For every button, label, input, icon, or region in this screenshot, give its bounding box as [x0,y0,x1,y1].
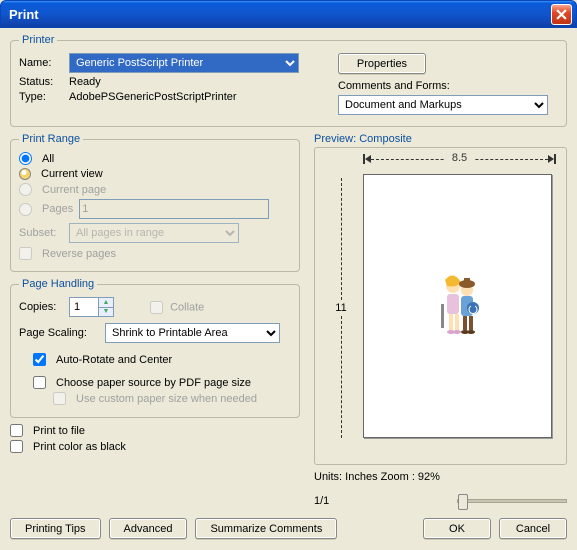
units-zoom-text: Units: Inches Zoom : 92% [314,471,440,483]
subset-select: All pages in range [69,223,239,243]
summarize-comments-button[interactable]: Summarize Comments [195,518,337,539]
copies-spinner[interactable]: ▲▼ [69,297,114,317]
ruler-horizontal: 8.5 [363,154,556,164]
printer-legend: Printer [19,34,57,46]
type-label: Type: [19,91,63,103]
reverse-pages-label: Reverse pages [42,248,116,260]
status-label: Status: [19,76,63,88]
preview-artwork-icon [435,274,481,338]
copies-input[interactable] [70,298,98,316]
range-current-page-label: Current page [42,184,106,196]
spin-up-icon[interactable]: ▲ [98,298,113,308]
range-all-label: All [42,153,54,165]
print-color-black-label: Print color as black [33,441,126,453]
reverse-pages-checkbox [19,247,32,260]
range-all-radio[interactable] [19,152,32,165]
printing-tips-button[interactable]: Printing Tips [10,518,101,539]
page-indicator: 1/1 [314,495,329,507]
spin-down-icon[interactable]: ▼ [98,308,113,317]
range-current-view-radio[interactable] [19,168,31,180]
close-icon [556,9,567,20]
copies-label: Copies: [19,301,63,313]
page-height-value: 11 [333,302,348,314]
name-label: Name: [19,57,63,69]
page-handling-group: Page Handling Copies: ▲▼ Collate Page Sc… [10,278,300,418]
preview-box: 8.5 11 [314,147,567,465]
ok-button[interactable]: OK [423,518,491,539]
range-pages-radio [19,203,32,216]
handling-legend: Page Handling [19,278,97,290]
type-value: AdobePSGenericPostScriptPrinter [69,91,237,103]
range-current-page-radio [19,183,32,196]
subset-label: Subset: [19,227,63,239]
properties-button[interactable]: Properties [338,53,426,74]
custom-paper-label: Use custom paper size when needed [76,393,257,405]
print-color-black-checkbox[interactable] [10,440,23,453]
collate-label: Collate [170,301,204,313]
custom-paper-checkbox [53,392,66,405]
range-current-view-label: Current view [41,168,103,180]
advanced-button[interactable]: Advanced [109,518,188,539]
comments-forms-select[interactable]: Document and Markups [338,95,548,115]
choose-source-label: Choose paper source by PDF page size [56,377,251,389]
page-preview [363,174,552,438]
print-to-file-checkbox[interactable] [10,424,23,437]
choose-source-checkbox[interactable] [33,376,46,389]
printer-name-select[interactable]: Generic PostScript Printer [69,53,299,73]
range-pages-input [79,199,269,219]
cancel-button[interactable]: Cancel [499,518,567,539]
auto-rotate-label: Auto-Rotate and Center [56,354,172,366]
comments-label: Comments and Forms: [338,80,450,92]
printer-group: Printer Name: Generic PostScript Printer… [10,34,567,127]
print-to-file-label: Print to file [33,425,85,437]
ruler-vertical: 11 [327,178,355,438]
page-width-value: 8.5 [445,152,475,164]
print-range-group: Print Range All Current view Current pag… [10,133,300,272]
close-button[interactable] [551,4,572,25]
auto-rotate-checkbox[interactable] [33,353,46,366]
collate-checkbox [150,301,163,314]
titlebar[interactable]: Print [0,0,577,28]
page-slider[interactable] [457,499,567,503]
page-scaling-select[interactable]: Shrink to Printable Area [105,323,280,343]
range-legend: Print Range [19,133,83,145]
scaling-label: Page Scaling: [19,327,99,339]
preview-label: Preview: Composite [314,133,567,145]
range-pages-label: Pages [42,203,73,215]
status-value: Ready [69,76,101,88]
window-title: Print [5,7,551,22]
